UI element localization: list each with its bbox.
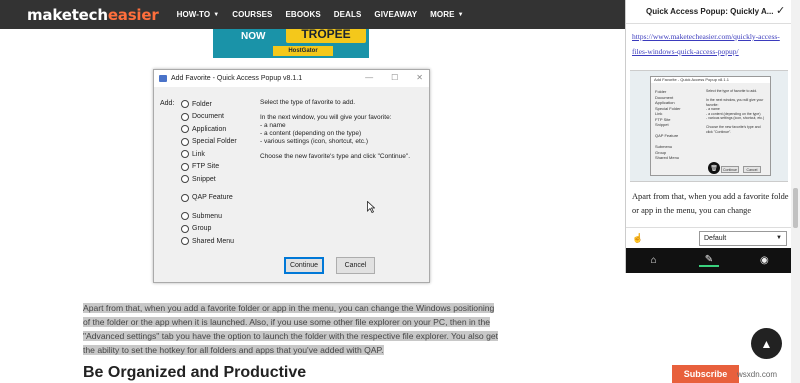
- mini-continue-button: Continue: [721, 166, 739, 173]
- panel-text: Apart from that, when you add a favorite…: [632, 192, 789, 215]
- chevron-down-icon: ▼: [776, 235, 782, 241]
- radio-application[interactable]: Application: [181, 123, 237, 136]
- desc-line: In the next window, you will give your f…: [260, 114, 392, 121]
- home-icon[interactable]: ⌂: [644, 255, 664, 266]
- site-logo[interactable]: maketecheasier: [27, 6, 159, 24]
- camera-icon[interactable]: ◉: [754, 255, 774, 266]
- radio-submenu[interactable]: Submenu: [181, 210, 237, 223]
- radio-special-folder[interactable]: Special Folder: [181, 136, 237, 149]
- mouse-cursor-icon: [367, 201, 375, 213]
- nav-item-ebooks[interactable]: EBOOKS: [286, 10, 321, 19]
- panel-footer: ☝ Default ▼: [626, 227, 792, 248]
- scrollbar-thumb[interactable]: [793, 188, 798, 228]
- desc-line: Choose the new favorite's type and click…: [260, 153, 411, 160]
- cancel-button[interactable]: Cancel: [336, 257, 375, 274]
- radio-link[interactable]: Link: [181, 148, 237, 161]
- dialog-titlebar: Add Favorite - Quick Access Popup v8.1.1…: [154, 70, 429, 87]
- close-icon[interactable]: ✕: [416, 73, 423, 82]
- radio-snippet[interactable]: Snippet: [181, 173, 237, 186]
- edit-icon[interactable]: ✎: [698, 254, 719, 267]
- dialog-description: Select the type of favorite to add. In t…: [260, 99, 425, 168]
- radio-ftp-site[interactable]: FTP Site: [181, 161, 237, 174]
- radio-group[interactable]: Group: [181, 223, 237, 236]
- nav-menu: HOW-TO ▼ COURSES EBOOKS DEALS GIVEAWAY MO…: [177, 10, 477, 19]
- radio-shared-menu[interactable]: Shared Menu: [181, 235, 237, 248]
- minimize-icon[interactable]: —: [365, 73, 373, 82]
- ad-headline: TROPEE: [286, 29, 366, 43]
- chevron-down-icon: ▼: [213, 11, 220, 18]
- radio-icon: [181, 237, 189, 246]
- phone-preview-panel: Quick Access Popup: Quickly A... ✓ https…: [625, 0, 792, 273]
- nav-item-giveaway[interactable]: GIVEAWAY: [374, 10, 417, 19]
- scroll-top-button[interactable]: ▲: [751, 328, 782, 359]
- radio-document[interactable]: Document: [181, 111, 237, 124]
- top-nav: maketecheasier HOW-TO ▼ COURSES EBOOKS DE…: [0, 0, 625, 29]
- nav-item-how-to[interactable]: HOW-TO ▼: [177, 10, 220, 19]
- radio-qap-feature[interactable]: QAP Feature: [181, 192, 237, 205]
- article-link[interactable]: https://www.maketecheasier.com/quickly-a…: [632, 29, 787, 59]
- nav-item-courses[interactable]: COURSES: [232, 10, 272, 19]
- desc-line: Select the type of favorite to add.: [260, 99, 356, 106]
- radio-icon: [181, 100, 189, 109]
- radio-icon: [181, 112, 189, 121]
- radio-icon: [181, 175, 189, 184]
- add-label: Add:: [160, 100, 175, 107]
- nav-item-more[interactable]: MORE ▼: [430, 10, 463, 19]
- panel-toolbar: ⌂ ✎ ◉: [626, 248, 792, 273]
- ad-brand: HostGator: [273, 46, 333, 56]
- mini-dialog: Add Favorite - Quick Access Popup v8.1.1…: [650, 76, 771, 176]
- mini-options: Folder Document Application Special Folder L…: [655, 89, 681, 160]
- mini-cancel-button: Cancel: [743, 166, 761, 173]
- add-favorite-dialog: Add Favorite - Quick Access Popup v8.1.1…: [153, 69, 430, 283]
- radio-icon: [181, 125, 189, 134]
- favorite-type-group: Folder Document Application Special Fold…: [181, 98, 237, 248]
- radio-icon: [181, 150, 189, 159]
- nav-item-deals[interactable]: DEALS: [334, 10, 362, 19]
- radio-icon: [181, 193, 189, 202]
- dialog-title: Add Favorite - Quick Access Popup v8.1.1: [171, 75, 303, 82]
- radio-icon: [181, 212, 189, 221]
- article-paragraph: Apart from that, when you add a favorite…: [83, 303, 499, 355]
- panel-title: Quick Access Popup: Quickly A...: [646, 7, 774, 16]
- chevron-up-icon: ▲: [760, 336, 773, 351]
- chevron-down-icon: ▼: [457, 11, 464, 18]
- desc-line: - a name: [260, 122, 286, 129]
- mini-dialog-title: Add Favorite - Quick Access Popup v8.1.1: [651, 77, 770, 83]
- check-icon[interactable]: ✓: [776, 4, 785, 17]
- style-select[interactable]: Default ▼: [699, 231, 787, 246]
- radio-icon: [181, 224, 189, 233]
- trash-icon[interactable]: 🗑: [708, 162, 720, 174]
- continue-button[interactable]: Continue: [284, 257, 324, 274]
- section-heading: Be Organized and Productive: [83, 364, 307, 381]
- page: maketecheasier HOW-TO ▼ COURSES EBOOKS DE…: [0, 0, 800, 383]
- ad-banner[interactable]: NOW TROPEE HostGator: [213, 29, 369, 58]
- radio-icon: [181, 137, 189, 146]
- screenshot-thumbnail: Add Favorite - Quick Access Popup v8.1.1…: [630, 70, 788, 182]
- touch-icon[interactable]: ☝: [632, 233, 643, 244]
- panel-header: Quick Access Popup: Quickly A... ✓: [626, 0, 792, 24]
- desc-line: - a content (depending on the type): [260, 130, 362, 137]
- radio-icon: [181, 162, 189, 171]
- app-icon: [159, 75, 167, 82]
- watermark: wsxdn.com: [737, 370, 778, 379]
- radio-folder[interactable]: Folder: [181, 98, 237, 111]
- maximize-icon[interactable]: ☐: [391, 73, 398, 82]
- ad-now-text: NOW: [241, 31, 266, 42]
- desc-line: - various settings (icon, shortcut, etc.…: [260, 138, 369, 145]
- mini-description: Select the type of favorite to add. In th…: [706, 89, 765, 134]
- subscribe-button[interactable]: Subscribe: [672, 365, 739, 383]
